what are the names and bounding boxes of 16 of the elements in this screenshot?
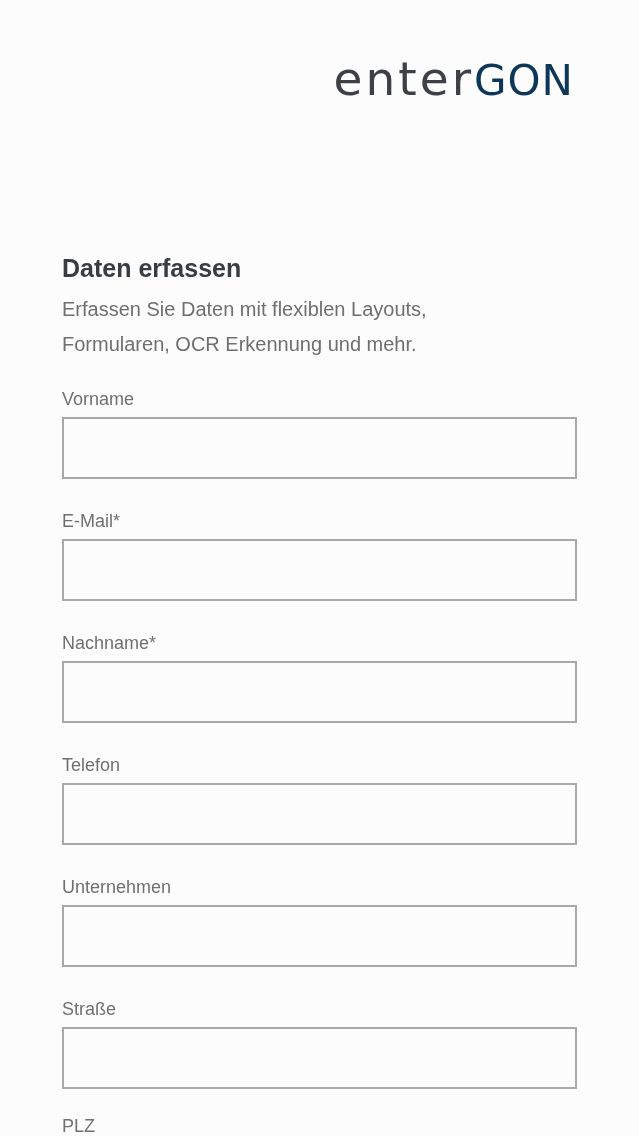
brand-logo: enterGON — [333, 55, 574, 102]
page-heading: Daten erfassen — [62, 253, 242, 283]
field-label: Straße — [62, 998, 117, 1020]
page-description: Erfassen Sie Daten mit flexiblen Layouts, Formularen, OCR Erkennung und mehr. — [62, 297, 428, 357]
field-label: Vorname — [62, 388, 135, 410]
field-label: PLZ — [62, 1117, 95, 1135]
input-field[interactable] — [62, 661, 577, 723]
field-label: Unternehmen — [62, 876, 172, 898]
input-field[interactable] — [62, 539, 577, 601]
input-field[interactable] — [62, 417, 577, 479]
field-label: E-Mail* — [62, 510, 120, 532]
input-field[interactable] — [62, 905, 577, 967]
field-label: Telefon — [62, 754, 121, 776]
input-field[interactable] — [62, 783, 577, 845]
field-label: Nachname* — [62, 632, 157, 654]
input-field[interactable] — [62, 1027, 577, 1089]
